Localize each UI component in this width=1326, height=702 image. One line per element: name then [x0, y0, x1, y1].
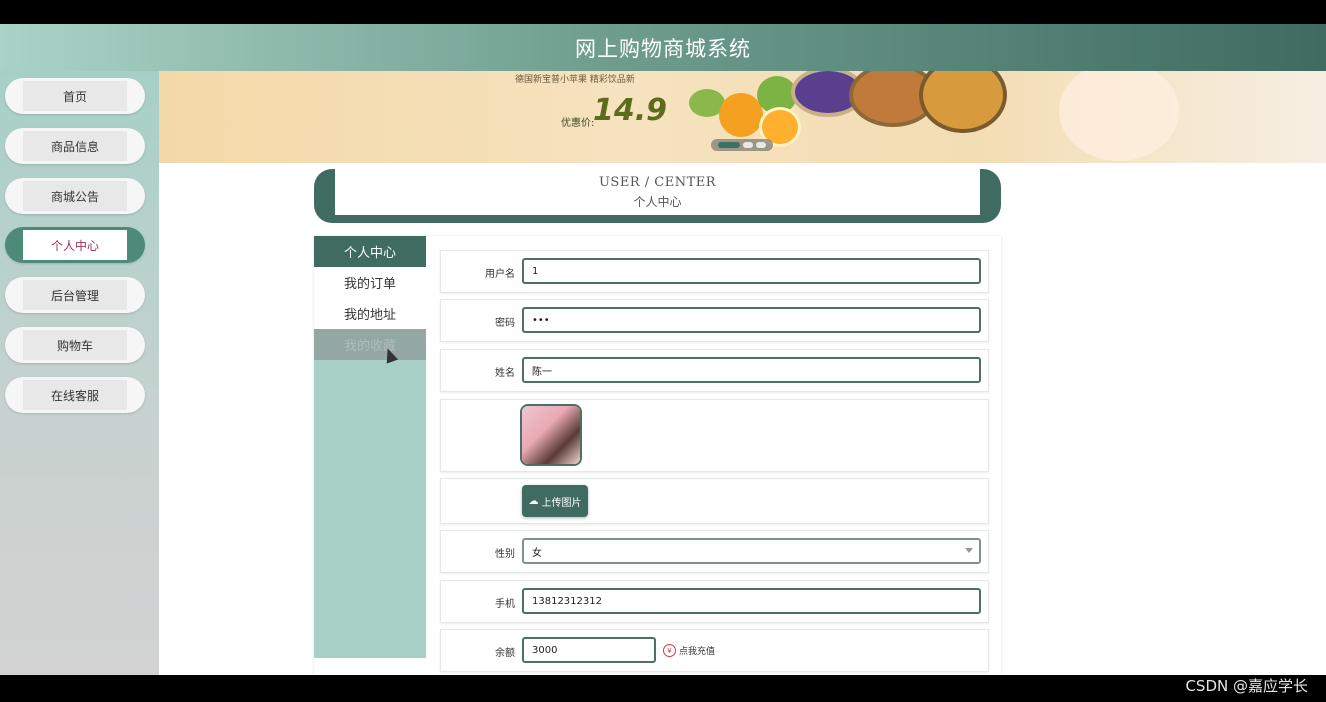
carousel-dot-2[interactable] [743, 142, 753, 148]
watermark-text: CSDN @嘉应学长 [1185, 677, 1308, 695]
banner-price: 14.9 [593, 93, 668, 128]
user-center-title-cn: 个人中心 [633, 194, 682, 209]
form-row-phone: 手机 13812312312 [440, 580, 989, 623]
gender-select[interactable]: 女 [522, 538, 981, 564]
name-label: 姓名 [495, 368, 515, 379]
sidebar-item-label: 商品信息 [23, 131, 127, 161]
fruit-mix-tin-graphic [919, 71, 1007, 133]
username-input[interactable]: 1 [522, 258, 981, 284]
form-row-upload: ☁ 上传图片 [440, 478, 989, 524]
upload-image-button[interactable]: ☁ 上传图片 [522, 485, 588, 517]
sidebar-item-label: 首页 [23, 81, 127, 111]
upload-button-label: 上传图片 [541, 497, 582, 509]
submenu-item-user-center[interactable]: 个人中心 [314, 236, 426, 267]
sidebar-item-support[interactable]: 在线客服 [5, 377, 145, 413]
user-center-title-card: USER / CENTER 个人中心 [335, 169, 980, 215]
gender-select-value: 女 [532, 547, 542, 559]
sidebar-item-user-center[interactable]: 个人中心 [5, 227, 145, 263]
sidebar-item-label: 商城公告 [23, 181, 127, 211]
site-title: 网上购物商城系统 [575, 36, 751, 61]
form-row-balance: 余额 3000 ¥ 点我充值 [440, 629, 989, 672]
carousel-dot-3[interactable] [756, 142, 766, 148]
balance-label: 余额 [495, 648, 515, 659]
submenu-item-orders[interactable]: 我的订单 [314, 267, 426, 298]
top-header: 网上购物商城系统 [0, 24, 1326, 71]
gender-label: 性别 [495, 549, 515, 560]
sidebar-item-cart[interactable]: 购物车 [5, 327, 145, 363]
avatar-image [522, 406, 580, 464]
sidebar-item-label: 在线客服 [23, 380, 127, 410]
phone-input[interactable]: 13812312312 [522, 588, 981, 614]
banner-tagline: 德国新宝普小苹果 精彩饮品新 [515, 75, 635, 85]
carousel-dots [711, 139, 773, 151]
sidebar-item-label: 后台管理 [23, 280, 127, 310]
form-row-name: 姓名 陈一 [440, 349, 989, 392]
submenu-item-address[interactable]: 我的地址 [314, 298, 426, 329]
user-center-panel: 个人中心 我的订单 我的地址 我的收藏 用户名 1 密码 ••• 姓名 陈一 ☁… [314, 236, 1001, 675]
sidebar-item-announcements[interactable]: 商城公告 [5, 178, 145, 214]
chevron-down-icon [965, 548, 973, 553]
user-center-header: USER / CENTER 个人中心 [314, 169, 1001, 223]
form-row-username: 用户名 1 [440, 250, 989, 293]
user-center-title-en: USER / CENTER [598, 174, 717, 190]
phone-label: 手机 [495, 599, 515, 610]
username-label: 用户名 [485, 269, 515, 280]
user-center-submenu: 个人中心 我的订单 我的地址 我的收藏 [314, 236, 426, 658]
recharge-link[interactable]: ¥ 点我充值 [663, 644, 715, 657]
balance-input[interactable]: 3000 [522, 637, 656, 663]
banner-price-label: 优惠价: [561, 118, 595, 129]
submenu-item-favorites[interactable]: 我的收藏 [314, 329, 426, 360]
form-row-password: 密码 ••• [440, 299, 989, 342]
sidebar: 首页 商品信息 商城公告 个人中心 后台管理 购物车 在线客服 [0, 71, 159, 675]
recharge-label: 点我充值 [679, 647, 716, 657]
app-frame: 网上购物商城系统 首页 商品信息 商城公告 个人中心 后台管理 购物车 在线客服… [0, 24, 1326, 675]
cloud-upload-icon: ☁ [528, 495, 539, 507]
password-label: 密码 [495, 318, 515, 329]
orange-graphic [719, 93, 763, 137]
sidebar-item-home[interactable]: 首页 [5, 78, 145, 114]
form-row-avatar [440, 399, 989, 472]
carousel-dot-1[interactable] [718, 142, 740, 148]
sidebar-item-label: 个人中心 [23, 230, 127, 260]
name-input[interactable]: 陈一 [522, 357, 981, 383]
promo-banner[interactable]: 德国新宝普小苹果 精彩饮品新 优惠价: 14.9 [159, 71, 1326, 163]
background-macaron-graphic [1059, 71, 1179, 161]
form-row-gender: 性别 女 [440, 530, 989, 573]
yen-circle-icon: ¥ [663, 644, 676, 657]
sidebar-item-admin[interactable]: 后台管理 [5, 277, 145, 313]
password-input[interactable]: ••• [522, 307, 981, 333]
sidebar-item-products[interactable]: 商品信息 [5, 128, 145, 164]
sidebar-item-label: 购物车 [23, 330, 127, 360]
